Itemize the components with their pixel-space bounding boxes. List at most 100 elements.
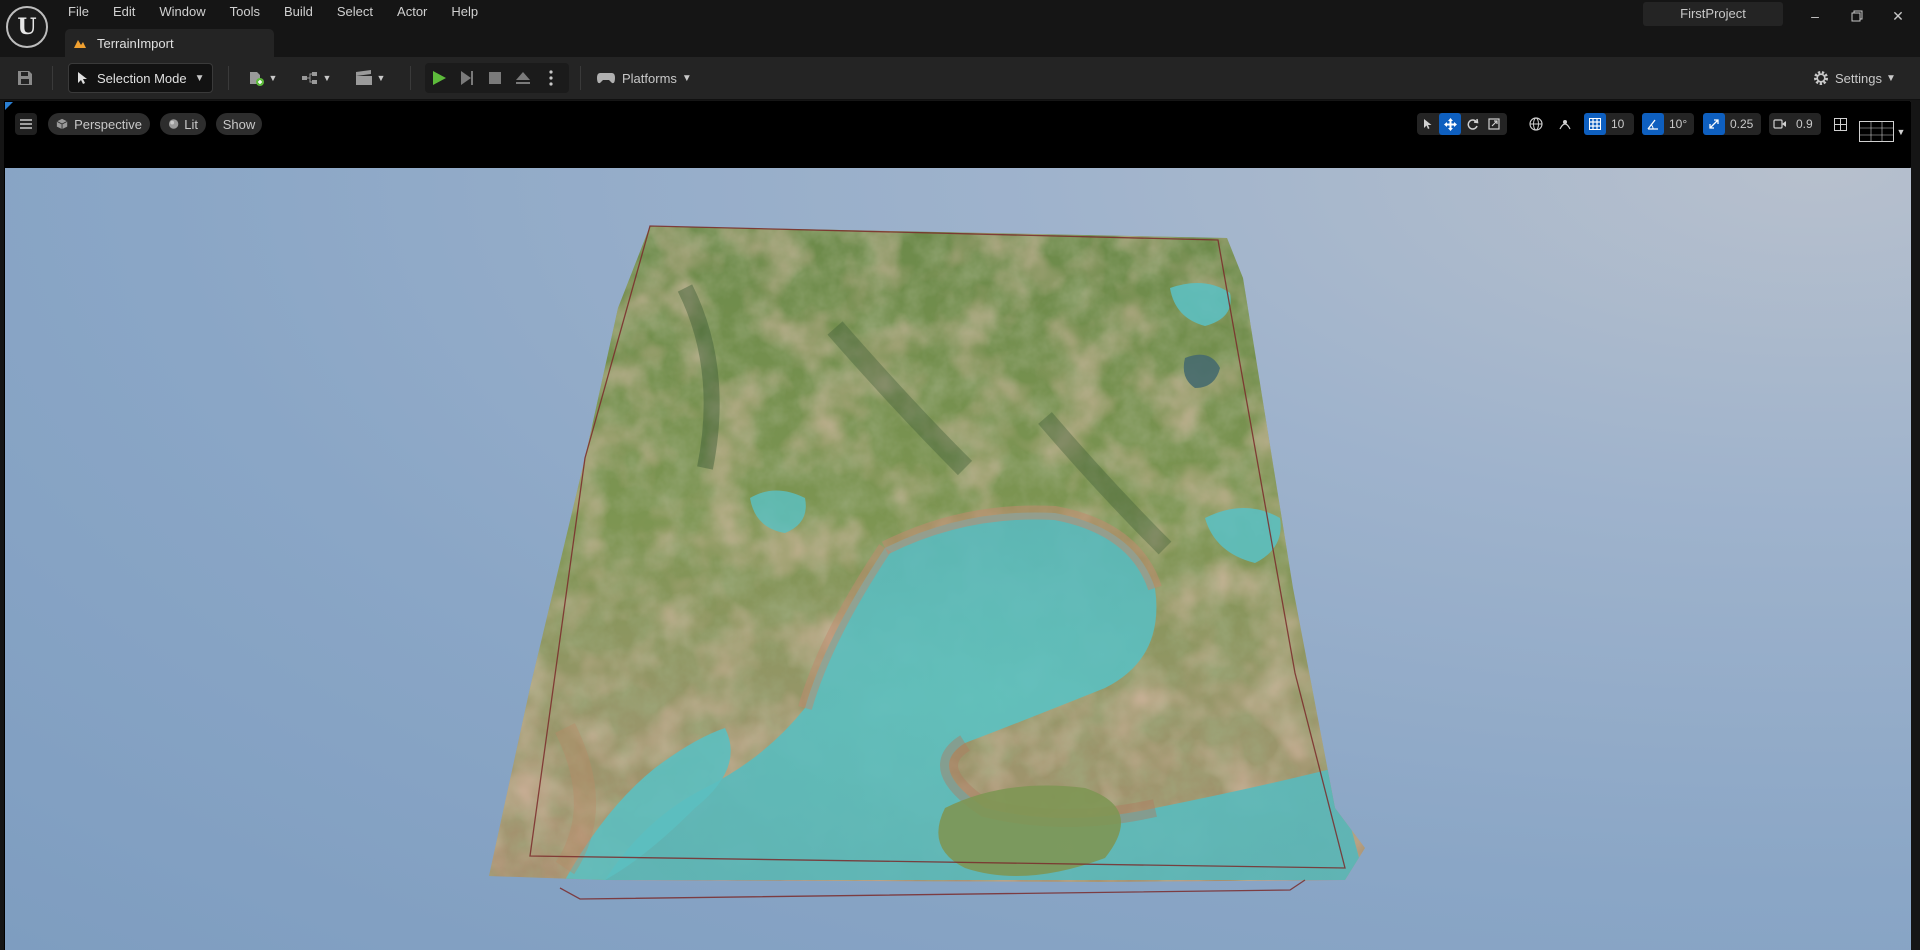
world-local-toggle[interactable] bbox=[1525, 113, 1547, 135]
camera-speed-value: 0.9 bbox=[1796, 117, 1813, 131]
gear-icon bbox=[1814, 71, 1828, 85]
perspective-label: Perspective bbox=[74, 116, 142, 132]
eject-icon bbox=[516, 72, 530, 84]
settings-label: Settings bbox=[1835, 70, 1882, 86]
play-icon bbox=[433, 71, 446, 85]
show-dropdown[interactable]: Show bbox=[216, 113, 262, 135]
show-label: Show bbox=[222, 116, 256, 132]
settings-dropdown[interactable]: Settings ▼ bbox=[1812, 63, 1908, 93]
main-toolbar: Selection Mode ▼ ▼ ▼ ▼ Platforms ▼ Setti… bbox=[0, 57, 1920, 100]
landscape-terrain[interactable] bbox=[5, 168, 1911, 950]
play-options-button[interactable] bbox=[537, 63, 565, 93]
rotate-tool-button[interactable] bbox=[1461, 113, 1483, 135]
menu-edit[interactable]: Edit bbox=[101, 0, 147, 24]
menu-tools[interactable]: Tools bbox=[218, 0, 272, 24]
select-tool-button[interactable] bbox=[1417, 113, 1439, 135]
angle-snap-icon[interactable] bbox=[1642, 113, 1664, 135]
globe-icon bbox=[1529, 117, 1543, 131]
level-tab[interactable]: TerrainImport bbox=[65, 29, 274, 57]
project-name: FirstProject bbox=[1643, 2, 1783, 26]
transform-tools bbox=[1417, 113, 1507, 135]
minimize-icon[interactable]: – bbox=[1800, 4, 1830, 28]
view-mode-dropdown[interactable]: Lit bbox=[160, 113, 206, 135]
viewport-maximize-icon bbox=[1858, 121, 1894, 142]
scale-snap-value: 0.25 bbox=[1730, 117, 1754, 131]
level-tab-label: TerrainImport bbox=[97, 35, 174, 51]
landscape-bounds-base bbox=[559, 879, 1306, 900]
scale-snap-group[interactable]: 0.25 bbox=[1703, 113, 1761, 135]
blueprint-icon bbox=[301, 72, 317, 84]
menu-window[interactable]: Window bbox=[147, 0, 217, 24]
menu-bar: File Edit Window Tools Build Select Acto… bbox=[56, 0, 490, 24]
hamburger-menu-icon bbox=[20, 119, 32, 129]
save-icon bbox=[18, 71, 32, 85]
selection-mode-dropdown[interactable]: Selection Mode ▼ bbox=[68, 63, 213, 93]
step-forward-icon bbox=[461, 71, 473, 85]
layout-grid-icon bbox=[1833, 117, 1847, 131]
chevron-down-icon: ▼ bbox=[194, 72, 205, 84]
move-arrows-icon bbox=[1443, 117, 1457, 131]
clapperboard-icon bbox=[355, 70, 372, 85]
viewport-toolbar: Perspective Lit Show 10 10° 0.25 0.9 ▼ bbox=[5, 102, 1911, 167]
grid-snap-value: 10 bbox=[1611, 117, 1625, 131]
scale-tool-button[interactable] bbox=[1483, 113, 1505, 135]
grid-snap-group[interactable]: 10 bbox=[1584, 113, 1634, 135]
unreal-engine-logo-icon[interactable]: U bbox=[6, 6, 48, 48]
surface-snap-icon bbox=[1559, 120, 1571, 130]
menu-file[interactable]: File bbox=[56, 0, 101, 24]
camera-speed-group[interactable]: 0.9 bbox=[1769, 113, 1821, 135]
stop-icon bbox=[489, 72, 501, 84]
chevron-down-icon: ▼ bbox=[1885, 72, 1896, 84]
viewport-options-button[interactable] bbox=[15, 113, 37, 135]
rotation-snap-value: 10° bbox=[1669, 117, 1688, 131]
chevron-down-icon: ▼ bbox=[268, 73, 278, 83]
rotation-snap-group[interactable]: 10° bbox=[1642, 113, 1694, 135]
chevron-down-icon: ▼ bbox=[681, 72, 692, 84]
grid-snap-icon[interactable] bbox=[1584, 113, 1606, 135]
cursor-icon bbox=[78, 72, 87, 84]
platforms-dropdown[interactable]: Platforms ▼ bbox=[596, 63, 694, 93]
close-icon[interactable]: ✕ bbox=[1883, 4, 1913, 28]
toolbar-divider bbox=[410, 66, 411, 90]
restore-icon[interactable] bbox=[1842, 4, 1872, 28]
play-controls bbox=[425, 63, 569, 93]
scale-icon bbox=[1488, 118, 1500, 130]
translate-tool-button[interactable] bbox=[1439, 113, 1461, 135]
scale-snap-icon[interactable] bbox=[1703, 113, 1725, 135]
chevron-down-icon: ▼ bbox=[322, 73, 332, 83]
gamepad-icon bbox=[597, 73, 615, 84]
viewport-active-indicator bbox=[5, 102, 13, 110]
menu-build[interactable]: Build bbox=[272, 0, 325, 24]
platforms-label: Platforms bbox=[622, 70, 677, 86]
viewport-size-button[interactable]: ▼ bbox=[1857, 120, 1907, 144]
chevron-down-icon: ▼ bbox=[1896, 127, 1906, 137]
rotate-icon bbox=[1467, 118, 1478, 130]
toolbar-divider bbox=[580, 66, 581, 90]
chevron-down-icon: ▼ bbox=[376, 73, 386, 83]
camera-speed-icon[interactable] bbox=[1769, 113, 1791, 135]
save-button[interactable] bbox=[12, 63, 38, 93]
menu-actor[interactable]: Actor bbox=[385, 0, 439, 24]
surface-snapping-toggle[interactable] bbox=[1554, 113, 1576, 135]
level-viewport[interactable]: Perspective Lit Show 10 10° 0.25 0.9 ▼ bbox=[4, 101, 1911, 950]
viewport-layout-button[interactable] bbox=[1829, 113, 1851, 135]
eject-button[interactable] bbox=[509, 63, 537, 93]
lit-label: Lit bbox=[184, 116, 198, 132]
menu-select[interactable]: Select bbox=[325, 0, 385, 24]
add-actor-button[interactable]: ▼ bbox=[242, 63, 282, 93]
selection-mode-label: Selection Mode bbox=[97, 70, 187, 86]
level-icon bbox=[73, 37, 87, 49]
toolbar-divider bbox=[228, 66, 229, 90]
stop-button[interactable] bbox=[481, 63, 509, 93]
cinematics-button[interactable]: ▼ bbox=[350, 63, 390, 93]
play-button[interactable] bbox=[425, 63, 453, 93]
more-vertical-icon bbox=[549, 70, 553, 86]
menu-help[interactable]: Help bbox=[439, 0, 490, 24]
cube-icon bbox=[56, 118, 68, 130]
perspective-dropdown[interactable]: Perspective bbox=[48, 113, 150, 135]
blueprints-button[interactable]: ▼ bbox=[296, 63, 336, 93]
advance-frame-button[interactable] bbox=[453, 63, 481, 93]
title-bar: U File Edit Window Tools Build Select Ac… bbox=[0, 0, 1920, 57]
3d-scene[interactable] bbox=[5, 168, 1911, 950]
add-actor-icon bbox=[249, 72, 264, 86]
